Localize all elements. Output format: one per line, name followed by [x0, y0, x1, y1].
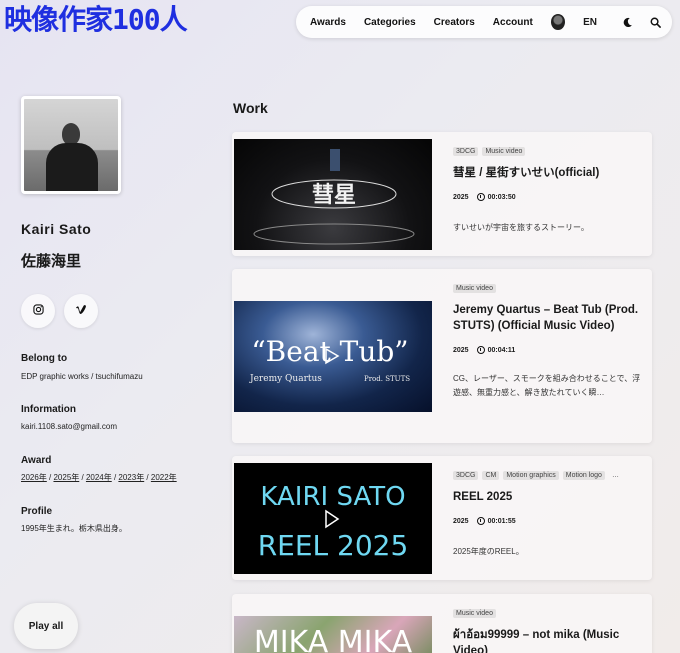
thumbnail-art: KAIRI SATO REEL 2025 — [258, 482, 409, 562]
nav-link-creators[interactable]: Creators — [434, 17, 475, 28]
work-description: CG、レーザー、スモークを組み合わせることで、浮遊感、無重力感と、解き放たれてい… — [453, 374, 641, 397]
work-thumbnail[interactable]: KAIRI SATO REEL 2025 — [234, 463, 432, 574]
award-year-link[interactable]: 2024年 — [86, 473, 112, 482]
top-nav: Awards Categories Creators Account EN — [296, 6, 672, 38]
profile-photo-head — [62, 123, 80, 145]
profile-label: Profile — [21, 506, 53, 517]
tag-list: 3DCG CM Motion graphics Motion logo … — [453, 471, 646, 480]
work-title[interactable]: Jeremy Quartus – Beat Tub (Prod. STUTS) … — [453, 302, 646, 334]
nav-link-awards[interactable]: Awards — [310, 17, 346, 28]
profile-value: 1995年生まれ。栃木県出身。 — [21, 524, 127, 533]
thumbnail-title: 彗星 — [312, 182, 356, 208]
tag[interactable]: Motion logo — [562, 471, 605, 480]
work-thumbnail[interactable]: MIKA MIKA — [234, 616, 432, 653]
avatar-icon[interactable] — [550, 14, 566, 30]
tag-list: 3DCG Music video — [453, 147, 646, 156]
search-icon[interactable] — [650, 15, 663, 29]
work-year: 2025 — [453, 193, 469, 201]
award-year-link[interactable]: 2022年 — [151, 473, 177, 482]
work-thumbnail[interactable]: “Beat Tub” Jeremy Quartus Prod. STUTS — [234, 301, 432, 412]
work-duration: 00:04:11 — [487, 346, 516, 354]
language-toggle[interactable]: EN — [583, 17, 597, 28]
vimeo-icon — [75, 302, 87, 320]
information-label: Information — [21, 404, 76, 415]
profile-photo-body — [46, 143, 98, 191]
tag-list: Music video — [453, 284, 646, 293]
instagram-button[interactable] — [21, 294, 55, 328]
information-value: kairi.1108.sato@gmail.com — [21, 422, 118, 431]
work-title[interactable]: REEL 2025 — [453, 489, 646, 505]
work-card[interactable]: KAIRI SATO REEL 2025 3DCG CM Motion grap… — [232, 456, 652, 580]
tag[interactable]: 3DCG — [453, 147, 479, 156]
work-year: 2025 — [453, 346, 469, 354]
work-title[interactable]: ผ้าอ้อม99999 – not mika (Music Video) — [453, 627, 646, 653]
thumbnail-line1: KAIRI SATO — [260, 482, 405, 512]
work-thumbnail[interactable]: 彗星 — [234, 139, 432, 250]
award-years: 2026年 / 2025年 / 2024年 / 2023年 / 2022年 — [21, 473, 177, 482]
work-description: 2025年度のREEL。 — [453, 547, 524, 556]
creator-name-ja: 佐藤海里 — [21, 253, 82, 270]
nav-link-account[interactable]: Account — [493, 17, 533, 28]
site-logo[interactable]: 映像作家100人 — [4, 3, 188, 36]
clock-icon — [476, 517, 485, 525]
thumbnail-subtitle: Jeremy Quartus — [249, 374, 322, 384]
work-meta: 2025 00:04:11 — [453, 346, 646, 354]
work-card[interactable]: 彗星 3DCG Music video 彗星 / 星街すいせい(official… — [232, 132, 652, 256]
instagram-icon — [32, 302, 44, 320]
play-all-button[interactable]: Play all — [14, 603, 78, 649]
award-year-link[interactable]: 2023年 — [118, 473, 144, 482]
work-heading: Work — [233, 100, 268, 116]
vimeo-button[interactable] — [64, 294, 98, 328]
clock-icon — [476, 346, 485, 354]
work-year: 2025 — [453, 517, 469, 525]
work-duration: 00:01:55 — [487, 517, 516, 525]
work-card[interactable]: “Beat Tub” Jeremy Quartus Prod. STUTS Mu… — [232, 269, 652, 443]
thumbnail-subtitle: Prod. STUTS — [364, 375, 410, 383]
work-info: 3DCG CM Motion graphics Motion logo … RE… — [453, 471, 646, 559]
tag[interactable]: CM — [482, 471, 500, 480]
thumbnail-art: “Beat Tub” Jeremy Quartus Prod. STUTS — [249, 335, 410, 384]
moon-icon[interactable] — [621, 15, 634, 29]
nav-link-categories[interactable]: Categories — [364, 17, 416, 28]
award-year-link[interactable]: 2026年 — [21, 473, 47, 482]
profile-photo — [21, 96, 121, 194]
tag-list: Music video — [453, 609, 646, 618]
work-description: すいせいが宇宙を旅するストーリー。 — [453, 223, 589, 232]
thumbnail-line2: REEL 2025 — [258, 529, 409, 562]
award-year-link[interactable]: 2025年 — [53, 473, 79, 482]
tag[interactable]: Music video — [453, 609, 496, 618]
work-meta: 2025 00:01:55 — [453, 517, 646, 525]
tag-more[interactable]: … — [609, 471, 622, 480]
work-meta: 2025 00:03:50 — [453, 193, 646, 201]
work-card[interactable]: MIKA MIKA Music video ผ้าอ้อม99999 – not… — [232, 594, 652, 653]
belong-label: Belong to — [21, 353, 68, 364]
tag[interactable]: Motion graphics — [503, 471, 559, 480]
creator-name-en: Kairi Sato — [21, 221, 92, 237]
work-title[interactable]: 彗星 / 星街すいせい(official) — [453, 165, 646, 181]
thumbnail-art: MIKA MIKA — [254, 625, 413, 653]
award-label: Award — [21, 455, 52, 466]
clock-icon — [476, 193, 485, 201]
work-duration: 00:03:50 — [487, 193, 516, 201]
work-info: Music video ผ้าอ้อม99999 – not mika (Mus… — [453, 609, 646, 653]
tag[interactable]: Music video — [453, 284, 496, 293]
tag[interactable]: Music video — [482, 147, 526, 156]
tag[interactable]: 3DCG — [453, 471, 479, 480]
thumbnail-title: MIKA MIKA — [254, 625, 413, 653]
work-info: Music video Jeremy Quartus – Beat Tub (P… — [453, 284, 646, 400]
belong-value: EDP graphic works / tsuchifumazu — [21, 372, 143, 381]
thumbnail-art: 彗星 — [253, 149, 415, 245]
logo-text: 映像作家100人 — [4, 3, 188, 36]
work-info: 3DCG Music video 彗星 / 星街すいせい(official) 2… — [453, 147, 646, 235]
